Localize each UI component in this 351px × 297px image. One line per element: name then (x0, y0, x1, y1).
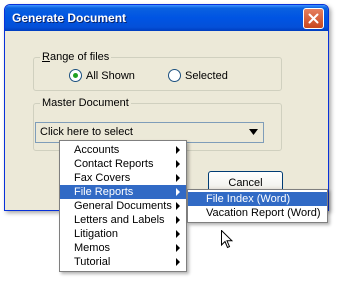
menu-item-label: Contact Reports (74, 158, 154, 170)
radio-all-shown-label: All Shown (86, 69, 135, 82)
submenu-arrow-icon (176, 258, 180, 266)
menu-item-label: Letters and Labels (74, 214, 165, 226)
submenu-arrow-icon (176, 188, 180, 196)
menu-item-label: Tutorial (74, 256, 111, 268)
submenu-item-label: Vacation Report (Word) (206, 207, 321, 219)
combo-value: Click here to select (40, 126, 133, 138)
range-of-files-legend: Range of files (40, 51, 112, 64)
radio-selected[interactable]: Selected (168, 69, 228, 82)
menu-item-letters-and-labels[interactable]: Letters and Labels (60, 213, 186, 227)
mouse-pointer-icon (221, 230, 233, 249)
submenu-arrow-icon (176, 216, 180, 224)
cancel-button-label: Cancel (228, 177, 263, 189)
radio-selected-circle (168, 69, 181, 82)
chevron-down-icon (248, 128, 258, 135)
range-of-files-group: Range of files All Shown Selected (33, 51, 282, 91)
submenu-item-file-index-word[interactable]: File Index (Word) (188, 192, 327, 206)
menu-item-label: Fax Covers (74, 172, 131, 184)
menu-item-label: Memos (74, 242, 111, 254)
menu-item-label: General Documents (74, 200, 172, 212)
master-document-legend: Master Document (40, 97, 131, 110)
legend-mnemonic: R (42, 51, 50, 63)
menu-item-fax-covers[interactable]: Fax Covers (60, 171, 186, 185)
submenu-arrow-icon (176, 160, 180, 168)
close-button[interactable] (303, 8, 324, 29)
submenu-arrow-icon (176, 174, 180, 182)
legend-rest: ange of files (49, 51, 110, 63)
window-title: Generate Document (12, 11, 127, 25)
submenu-item-label: File Index (Word) (206, 193, 291, 205)
submenu-arrow-icon (176, 146, 180, 154)
radio-selected-dot (73, 73, 78, 78)
menu-item-label: Accounts (74, 144, 120, 156)
menu-item-label: Litigation (74, 228, 119, 240)
submenu-item-vacation-report-word[interactable]: Vacation Report (Word) (188, 206, 327, 220)
radio-all-shown-circle (69, 69, 82, 82)
menu-item-contact-reports[interactable]: Contact Reports (60, 157, 186, 171)
submenu-arrow-icon (176, 202, 180, 210)
menu-item-accounts[interactable]: Accounts (60, 143, 186, 157)
menu-item-general-documents[interactable]: General Documents (60, 199, 186, 213)
radio-all-shown[interactable]: All Shown (69, 69, 135, 82)
file-reports-submenu: File Index (Word) Vacation Report (Word) (187, 189, 328, 223)
menu-item-label: File Reports (74, 186, 134, 198)
close-icon (308, 13, 319, 24)
menu-item-tutorial[interactable]: Tutorial (60, 255, 186, 269)
combo-dropdown-button[interactable] (245, 124, 261, 139)
title-bar[interactable]: Generate Document (5, 5, 328, 31)
menu-item-memos[interactable]: Memos (60, 241, 186, 255)
master-document-menu: Accounts Contact Reports Fax Covers File… (59, 140, 187, 272)
menu-item-litigation[interactable]: Litigation (60, 227, 186, 241)
submenu-arrow-icon (176, 230, 180, 238)
radio-selected-label: Selected (185, 69, 228, 82)
submenu-arrow-icon (176, 244, 180, 252)
menu-item-file-reports[interactable]: File Reports (60, 185, 186, 199)
